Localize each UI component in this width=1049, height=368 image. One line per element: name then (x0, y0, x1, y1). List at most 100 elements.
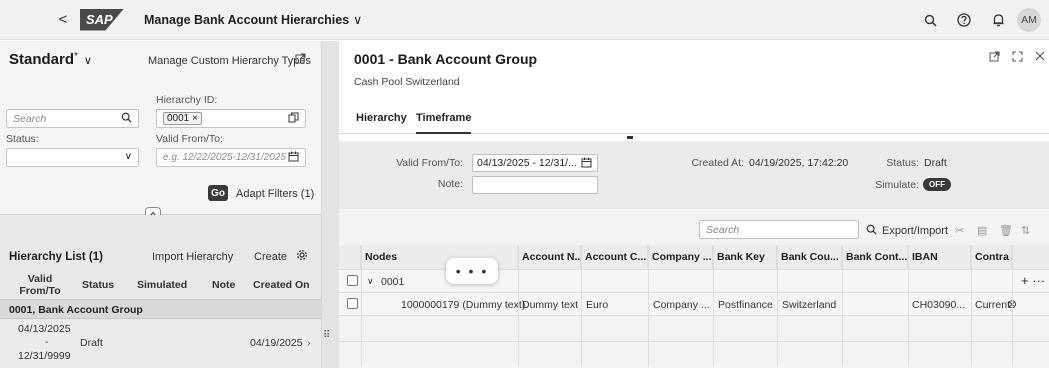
go-button[interactable]: Go (208, 185, 228, 201)
col-created-on[interactable]: Created On (253, 279, 310, 291)
tab-hierarchy[interactable]: Hierarchy (356, 112, 407, 124)
header-actions (989, 51, 1045, 65)
search-placeholder: Search (13, 112, 47, 125)
import-hierarchy-button[interactable]: Import Hierarchy (152, 251, 233, 263)
table-row[interactable]: 1000000179 (Dummy text) Dummy text Euro … (339, 292, 1049, 315)
col-account-currency[interactable]: Account C... (581, 245, 648, 269)
note-label: Note: (437, 178, 463, 190)
tab-timeframe[interactable]: Timeframe (416, 112, 472, 134)
cut-icon[interactable]: ✂ (955, 224, 964, 237)
created-at-value: 04/19/2025, 17:42:20 (749, 157, 849, 169)
row-status: Draft (80, 337, 103, 349)
table-row-empty (339, 341, 1049, 367)
note-input[interactable] (472, 176, 598, 194)
user-avatar[interactable]: AM (1017, 8, 1041, 32)
object-subtitle: Cash Pool Switzerland (354, 76, 460, 88)
adapt-filters-button[interactable]: Adapt Filters (1) (236, 188, 314, 200)
hierarchy-list-title: Hierarchy List (1) (9, 251, 103, 263)
copy-icon[interactable] (288, 112, 299, 126)
group-header-row[interactable]: 0001, Bank Account Group (0, 299, 321, 319)
hierarchy-id-label: Hierarchy ID: (156, 94, 218, 106)
col-account-name[interactable]: Account N... (518, 245, 581, 269)
valid-from-to-placeholder: e.g. 12/22/2025-12/31/2025 (163, 152, 286, 163)
settings-icon[interactable] (296, 249, 308, 264)
grid-line (1012, 245, 1013, 367)
object-title: 0001 - Bank Account Group (354, 51, 538, 67)
app-title[interactable]: Manage Bank Account Hierarchies ∨ (144, 12, 362, 27)
drag-handle-icon[interactable]: ⠿ (323, 330, 330, 341)
variant-selector[interactable]: Standard* ∨ (9, 51, 92, 68)
valid-dash: - (45, 336, 49, 348)
hierarchy-list-panel: Hierarchy List (1) Import Hierarchy Crea… (0, 215, 321, 368)
sap-logo[interactable]: SAP (80, 8, 124, 31)
column-separator[interactable] (321, 41, 339, 368)
col-bank-contact[interactable]: Bank Cont... (842, 245, 908, 269)
valid-from-to-field[interactable]: e.g. 12/22/2025-12/31/2025 (156, 148, 306, 167)
hierarchy-id-token[interactable]: 0001 × (163, 112, 202, 125)
group-label: 0001, Bank Account Group (9, 304, 143, 316)
row-add-more-action[interactable]: + ··· (1021, 273, 1045, 288)
search-icon[interactable] (121, 112, 132, 126)
list-item[interactable]: 04/13/2025 - 12/31/9999 Draft 04/19/2025… (0, 320, 321, 368)
help-icon[interactable] (947, 0, 981, 40)
notification-icon[interactable] (981, 0, 1015, 40)
created-at-label: Created At: (691, 157, 744, 169)
grid-line (713, 245, 714, 367)
export-import-button[interactable]: Export/Import (882, 225, 948, 237)
busy-indicator: • • • (446, 258, 498, 284)
search-icon[interactable] (866, 224, 877, 238)
hierarchy-id-field[interactable]: 0001 × (156, 109, 306, 128)
grid-line (908, 245, 909, 367)
app-root: < SAP Manage Bank Account Hierarchies ∨ A… (0, 0, 1049, 368)
col-iban[interactable]: IBAN (908, 245, 971, 269)
contract-cell: Current (975, 299, 1011, 311)
row-checkbox[interactable] (347, 275, 358, 286)
col-contract[interactable]: Contra (971, 245, 1012, 269)
col-bank-key[interactable]: Bank Key (713, 245, 777, 269)
share-icon[interactable] (989, 51, 1000, 65)
col-bank-country[interactable]: Bank Cou... (777, 245, 842, 269)
status-select[interactable]: ∨ (6, 148, 139, 167)
simulate-switch[interactable]: OFF (923, 178, 951, 191)
paste-icon[interactable]: ▤ (977, 224, 987, 237)
sort-icon[interactable]: ⇅ (1021, 224, 1030, 237)
delete-icon[interactable]: 🗑 (999, 224, 1013, 237)
search-input[interactable]: Search (6, 109, 139, 128)
table-search-input[interactable]: Search (699, 220, 859, 239)
iban-cell: CH03090... (912, 299, 966, 311)
chevron-right-icon[interactable]: › (307, 337, 311, 349)
valid-from-to-input[interactable]: 04/13/2025 - 12/31/... (472, 154, 598, 172)
simulate-label: Simulate: (875, 179, 919, 191)
chevron-down-icon: ∨ (124, 151, 132, 162)
status-value: Draft (924, 157, 947, 169)
calendar-icon[interactable] (581, 157, 592, 171)
row-checkbox[interactable] (347, 298, 358, 309)
manage-hierarchy-types-link[interactable]: Manage Custom Hierarchy Types (148, 55, 311, 67)
calendar-icon[interactable] (288, 151, 299, 165)
col-note[interactable]: Note (212, 279, 235, 291)
pane-resize-handle[interactable] (627, 136, 633, 139)
node-label: 1000000179 (Dummy text) (401, 299, 526, 311)
external-link-icon[interactable] (295, 53, 306, 67)
variant-name: Standard (9, 51, 75, 68)
grid-line (518, 245, 519, 367)
col-status[interactable]: Status (82, 279, 114, 291)
col-valid-from-to[interactable]: Valid From/To (14, 273, 66, 297)
col-company[interactable]: Company ... (648, 245, 713, 269)
close-icon[interactable] (1035, 51, 1045, 65)
table-row-empty (339, 315, 1049, 341)
hierarchy-id-token-text: 0001 (167, 113, 190, 124)
search-icon[interactable] (913, 0, 947, 40)
currency-cell: Euro (586, 299, 609, 311)
shell-actions: AM (913, 0, 1049, 40)
back-button[interactable]: < (48, 8, 78, 32)
hierarchy-table-area: Search Export/Import ✂ ▤ 🗑 ⇅ Nodes Accou… (339, 209, 1049, 368)
chevron-down-icon[interactable]: ∨ (367, 276, 374, 287)
create-button[interactable]: Create (254, 251, 287, 263)
select-column-header (339, 245, 361, 269)
grid-line (361, 245, 362, 367)
valid-from-to-label: Valid From/To: (156, 133, 223, 145)
col-simulated[interactable]: Simulated (137, 279, 187, 291)
fullscreen-icon[interactable] (1012, 51, 1023, 65)
valid-to: 12/31/9999 (18, 350, 71, 362)
